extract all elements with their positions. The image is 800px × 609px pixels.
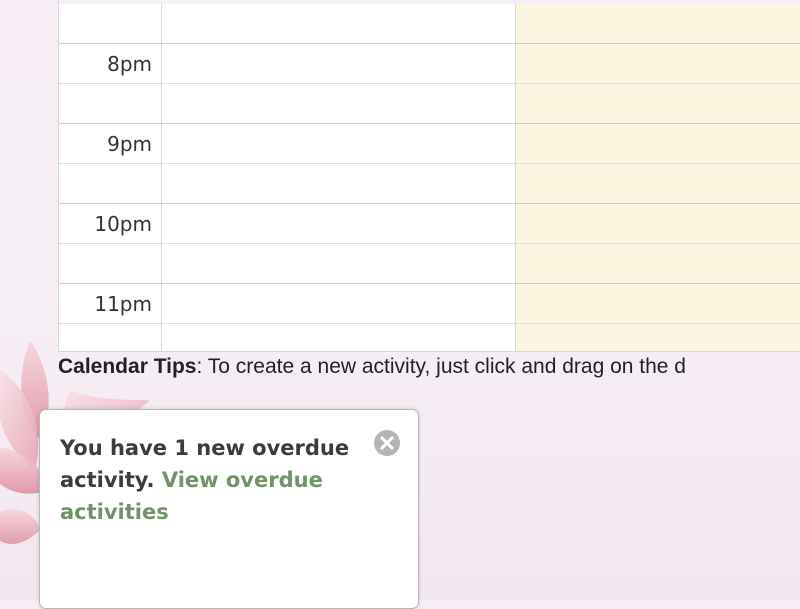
tips-text: : To create a new activity, just click a… <box>196 355 686 378</box>
calendar-row[interactable]: 11pm <box>59 284 800 324</box>
day-cell-highlighted[interactable] <box>516 244 800 283</box>
overdue-notification-popup: You have 1 new overdue activity. View ov… <box>39 409 419 609</box>
calendar-tips: Calendar Tips: To create a new activity,… <box>58 353 800 381</box>
time-label <box>59 84 162 123</box>
day-cell-highlighted[interactable] <box>516 284 800 323</box>
day-cell-highlighted[interactable] <box>516 164 800 203</box>
day-cell[interactable] <box>162 244 516 283</box>
day-cell-highlighted[interactable] <box>516 44 800 83</box>
day-cell[interactable] <box>162 124 516 163</box>
day-cell-highlighted[interactable] <box>516 4 800 43</box>
day-cell-highlighted[interactable] <box>516 124 800 163</box>
tips-label: Calendar Tips <box>58 355 197 378</box>
time-label: 11pm <box>59 284 162 323</box>
close-icon[interactable] <box>374 430 400 456</box>
time-label: 8pm <box>59 44 162 83</box>
calendar-row[interactable] <box>59 4 800 44</box>
day-cell-highlighted[interactable] <box>516 324 800 351</box>
day-cell[interactable] <box>162 4 516 43</box>
day-cell[interactable] <box>162 44 516 83</box>
time-label <box>59 164 162 203</box>
time-label <box>59 324 162 351</box>
day-cell-highlighted[interactable] <box>516 84 800 123</box>
calendar-grid: 8pm 9pm 10pm 11pm <box>58 0 800 352</box>
calendar-row[interactable] <box>59 244 800 284</box>
calendar-row[interactable]: 9pm <box>59 124 800 164</box>
calendar-row[interactable] <box>59 164 800 204</box>
calendar-row[interactable]: 10pm <box>59 204 800 244</box>
day-cell-highlighted[interactable] <box>516 204 800 243</box>
day-cell[interactable] <box>162 284 516 323</box>
time-label: 9pm <box>59 124 162 163</box>
calendar-row[interactable]: 8pm <box>59 44 800 84</box>
day-cell[interactable] <box>162 164 516 203</box>
time-label <box>59 244 162 283</box>
day-cell[interactable] <box>162 84 516 123</box>
day-cell[interactable] <box>162 204 516 243</box>
notification-body: You have 1 new overdue activity. View ov… <box>60 432 360 528</box>
calendar-row[interactable] <box>59 84 800 124</box>
time-label <box>59 4 162 43</box>
calendar-row[interactable] <box>59 324 800 351</box>
day-cell[interactable] <box>162 324 516 351</box>
time-label: 10pm <box>59 204 162 243</box>
